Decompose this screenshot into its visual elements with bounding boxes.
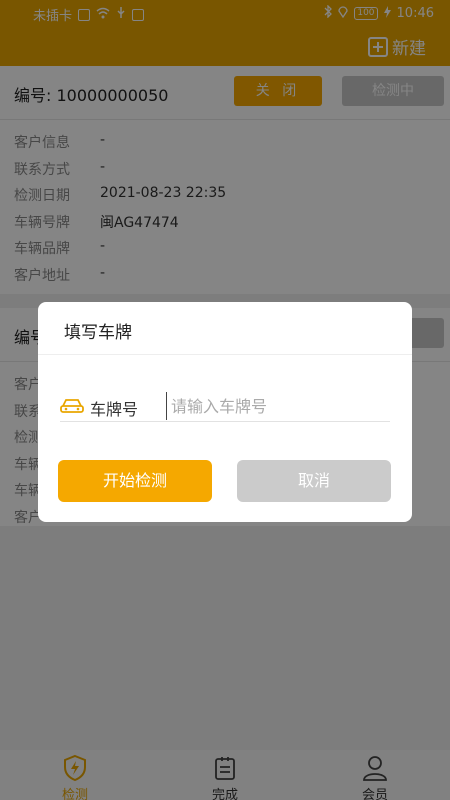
plate-input[interactable]	[166, 392, 390, 420]
cancel-button[interactable]: 取消	[237, 460, 391, 502]
dialog-divider	[38, 354, 412, 355]
start-detection-button[interactable]: 开始检测	[58, 460, 212, 502]
car-icon	[60, 399, 84, 413]
dialog-title: 填写车牌	[64, 323, 132, 343]
plate-field-row: 车牌号	[60, 392, 390, 422]
plate-label: 车牌号	[90, 400, 139, 419]
plate-dialog: 填写车牌 车牌号 开始检测 取消	[38, 302, 412, 522]
